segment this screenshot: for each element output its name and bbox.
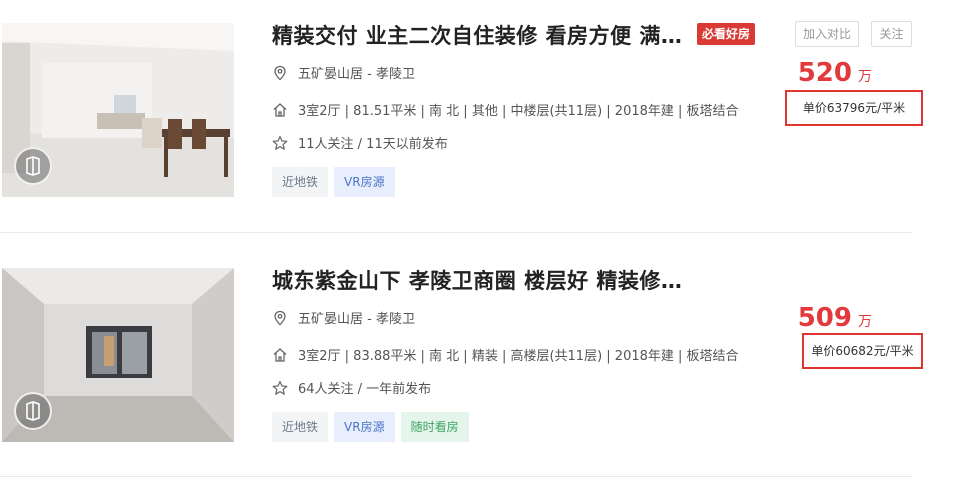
listing-title[interactable]: 城东紫金山下 孝陵卫商圈 楼层好 精装修…	[272, 265, 682, 295]
follow-info-row: 11人关注 / 11天以前发布	[272, 133, 448, 152]
listing-photo[interactable]	[2, 268, 234, 442]
total-price-unit: 万	[858, 314, 872, 330]
follow-info-row: 64人关注 / 一年前发布	[272, 378, 431, 397]
listing-card[interactable]: 精装交付 业主二次自住装修 看房方便 满… 必看好房 加入对比 关注 五矿晏山居…	[0, 0, 923, 230]
location-pin-icon	[274, 65, 286, 80]
location-text[interactable]: 五矿晏山居 - 孝陵卫	[298, 63, 415, 82]
star-icon	[272, 135, 288, 150]
follow-info-text: 11人关注 / 11天以前发布	[298, 137, 448, 152]
total-price-value: 509	[797, 303, 852, 333]
tag-near-subway: 近地铁	[272, 412, 329, 442]
listing-card[interactable]: 城东紫金山下 孝陵卫商圈 楼层好 精装修… 五矿晏山居 - 孝陵卫 3室2厅 |…	[0, 245, 923, 475]
tag-near-subway: 近地铁	[272, 167, 329, 197]
total-price: 520 万	[798, 58, 872, 88]
must-see-badge: 必看好房	[697, 23, 756, 45]
house-icon	[273, 347, 287, 362]
location-pin-icon	[274, 310, 286, 325]
total-price-unit: 万	[858, 69, 872, 85]
location-row[interactable]: 五矿晏山居 - 孝陵卫	[272, 63, 415, 82]
total-price-value: 520	[797, 58, 852, 88]
star-icon	[272, 380, 288, 395]
listing-title[interactable]: 精装交付 业主二次自住装修 看房方便 满…	[272, 20, 682, 50]
tag-list: 近地铁 VR房源 随时看房	[272, 412, 469, 442]
tag-vr: VR房源	[334, 167, 395, 197]
unit-price: 单价60682元/平米	[802, 333, 923, 369]
house-icon	[273, 102, 287, 117]
listing-photo[interactable]	[2, 23, 234, 197]
house-info-row: 3室2厅 | 81.51平米 | 南 北 | 其他 | 中楼层(共11层) | …	[272, 100, 739, 119]
house-info-text: 3室2厅 | 83.88平米 | 南 北 | 精装 | 高楼层(共11层) | …	[298, 349, 739, 364]
listing-divider	[0, 232, 912, 233]
house-info-row: 3室2厅 | 83.88平米 | 南 北 | 精装 | 高楼层(共11层) | …	[272, 345, 739, 364]
tag-anytime-viewing: 随时看房	[400, 412, 469, 442]
house-info-text: 3室2厅 | 81.51平米 | 南 北 | 其他 | 中楼层(共11层) | …	[298, 104, 739, 119]
add-to-compare-button[interactable]: 加入对比	[795, 21, 859, 47]
listing-divider	[0, 476, 912, 477]
location-row[interactable]: 五矿晏山居 - 孝陵卫	[272, 308, 415, 327]
total-price: 509 万	[798, 303, 872, 333]
location-text[interactable]: 五矿晏山居 - 孝陵卫	[298, 308, 415, 327]
vr-icon[interactable]	[14, 147, 52, 185]
vr-icon[interactable]	[14, 392, 52, 430]
tag-vr: VR房源	[334, 412, 395, 442]
follow-button[interactable]: 关注	[871, 21, 912, 47]
tag-list: 近地铁 VR房源	[272, 167, 395, 197]
unit-price: 单价63796元/平米	[785, 90, 923, 126]
follow-info-text: 64人关注 / 一年前发布	[298, 382, 432, 397]
